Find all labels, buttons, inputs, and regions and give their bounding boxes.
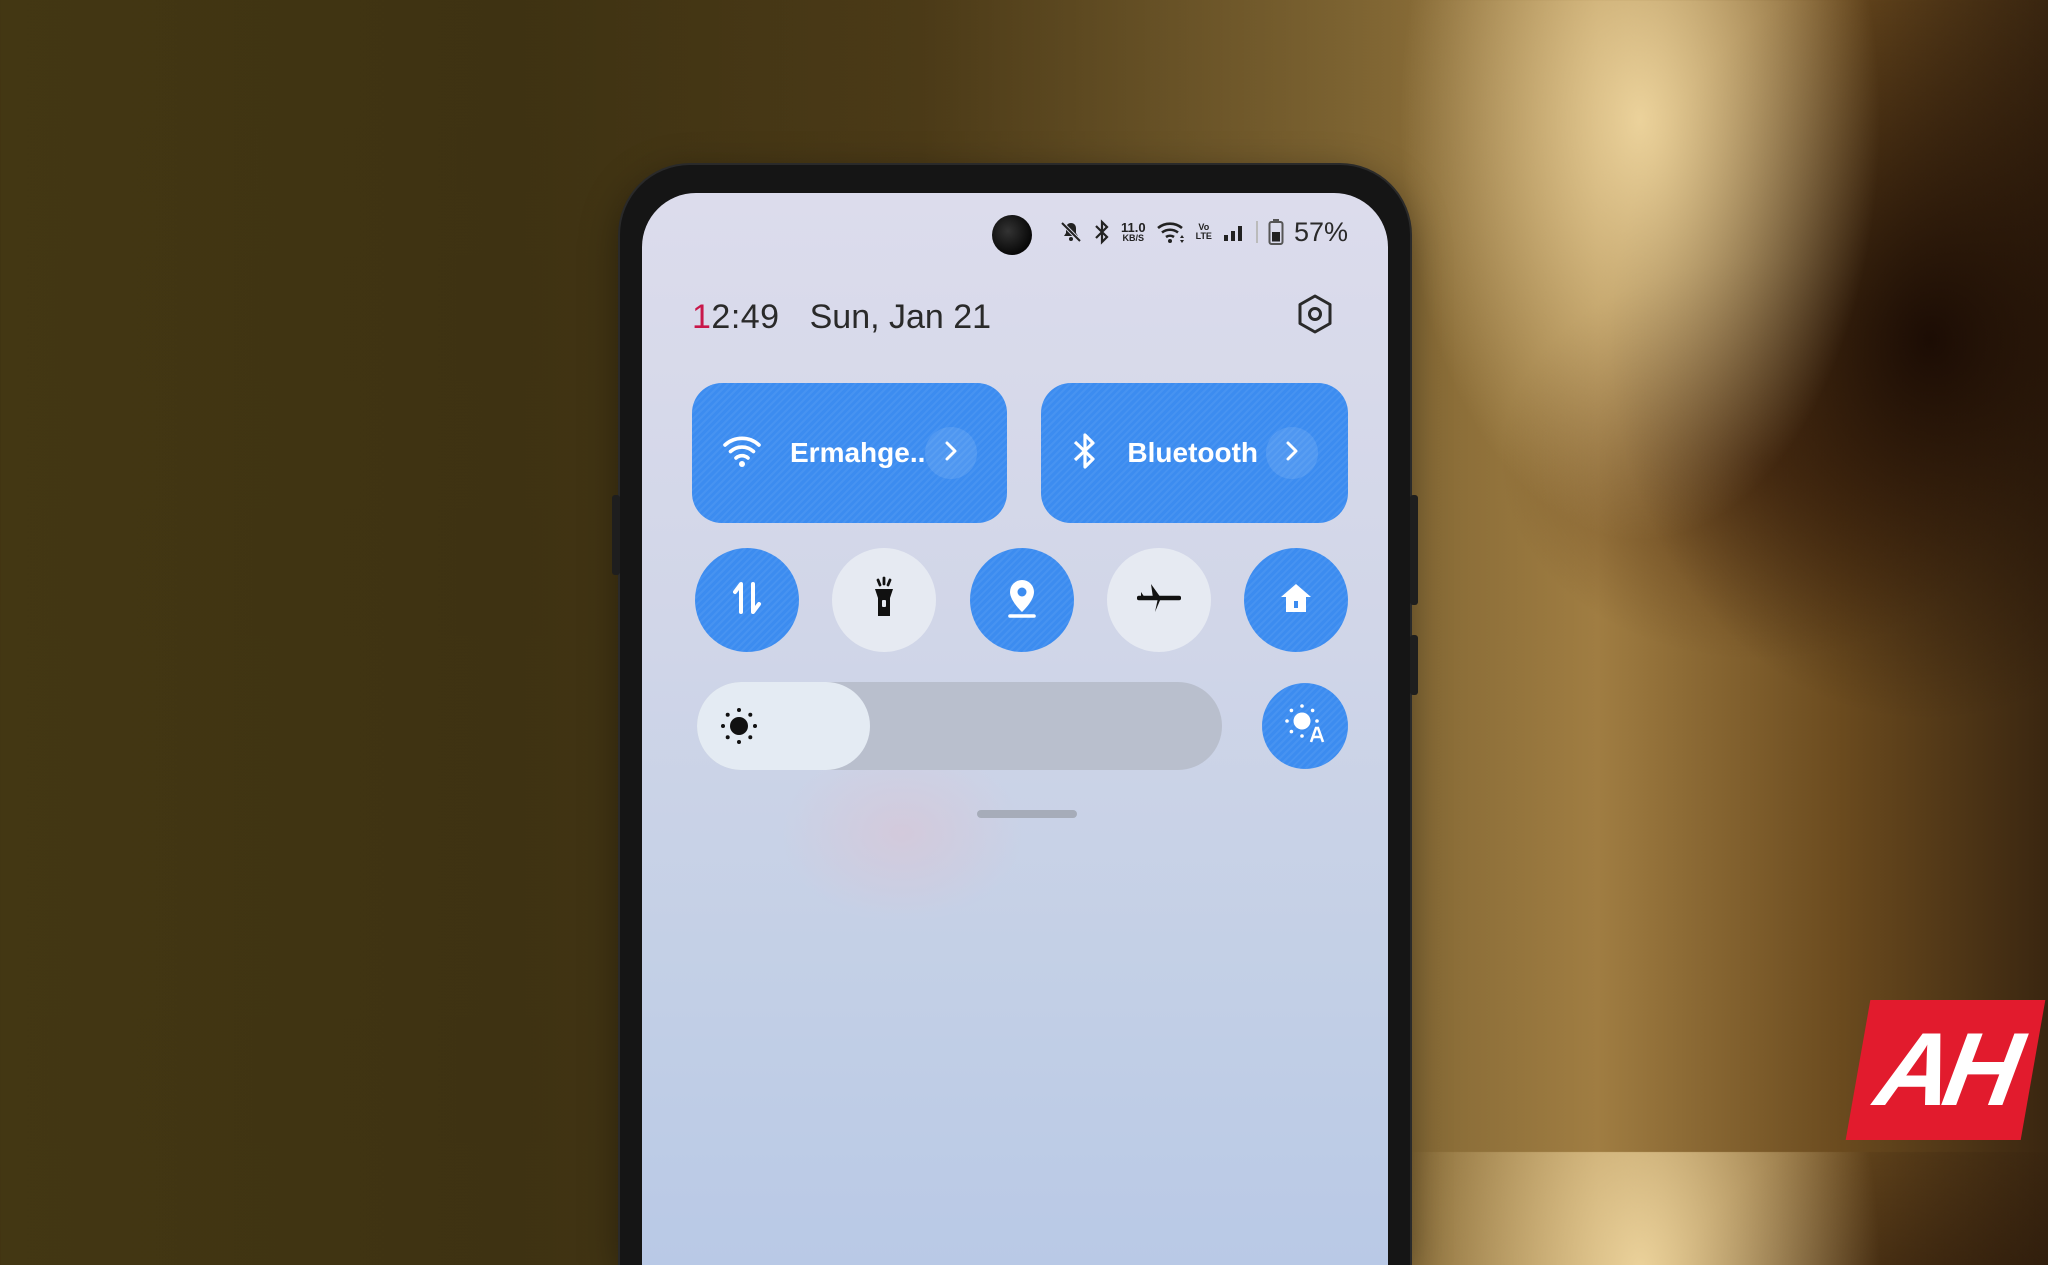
phone-device: 11.0 KB/S Vo LTE 57% 12:49 Sun, Jan 21 E… bbox=[612, 165, 1418, 1265]
status-bar: 11.0 KB/S Vo LTE 57% bbox=[1059, 215, 1348, 249]
bluetooth-tile[interactable]: Bluetooth bbox=[1041, 383, 1348, 523]
bluetooth-icon bbox=[1071, 432, 1099, 475]
flashlight-toggle[interactable] bbox=[832, 548, 937, 652]
phone-side-button-left bbox=[612, 495, 620, 575]
clock-accent-digit: 1 bbox=[692, 297, 712, 336]
bluetooth-icon bbox=[1093, 219, 1111, 245]
mute-icon bbox=[1059, 220, 1083, 244]
panel-drag-handle[interactable] bbox=[977, 810, 1077, 818]
toggle-row bbox=[695, 548, 1348, 652]
data-arrows-icon bbox=[729, 578, 765, 623]
auto-brightness-icon bbox=[1283, 702, 1327, 751]
signal-icon bbox=[1222, 221, 1246, 243]
settings-hexagon-icon bbox=[1295, 293, 1335, 340]
auto-brightness-toggle[interactable] bbox=[1262, 683, 1348, 769]
bluetooth-details-button[interactable] bbox=[1266, 427, 1318, 479]
airplane-icon bbox=[1136, 580, 1181, 621]
location-toggle[interactable] bbox=[969, 548, 1074, 652]
big-tiles-row: Ermahge.. Bluetooth bbox=[692, 383, 1348, 523]
settings-button[interactable] bbox=[1292, 293, 1338, 339]
battery-icon bbox=[1268, 218, 1284, 246]
watermark-text: AH bbox=[1868, 1011, 2023, 1128]
network-speed: 11.0 KB/S bbox=[1121, 221, 1146, 243]
header-row: 12:49 Sun, Jan 21 bbox=[692, 293, 1338, 341]
wifi-network-name: Ermahge.. bbox=[790, 437, 926, 468]
wifi-icon bbox=[722, 434, 762, 473]
volte-icon: Vo LTE bbox=[1196, 223, 1212, 241]
front-camera bbox=[992, 215, 1032, 255]
airplane-mode-toggle[interactable] bbox=[1106, 548, 1211, 652]
brightness-sun-icon bbox=[719, 706, 759, 746]
watermark-logo: AH bbox=[1845, 1000, 2046, 1140]
home-icon bbox=[1278, 581, 1314, 620]
date[interactable]: Sun, Jan 21 bbox=[810, 298, 991, 337]
chevron-right-icon bbox=[1284, 440, 1300, 467]
location-pin-icon bbox=[1004, 576, 1040, 625]
home-toggle[interactable] bbox=[1244, 548, 1348, 652]
volte-bottom: LTE bbox=[1195, 231, 1212, 241]
phone-side-button-right bbox=[1410, 495, 1418, 605]
bluetooth-label: Bluetooth bbox=[1127, 437, 1259, 468]
quick-settings-panel: 11.0 KB/S Vo LTE 57% 12:49 Sun, Jan 21 E… bbox=[642, 193, 1388, 1265]
brightness-slider[interactable] bbox=[697, 682, 1222, 770]
battery-percentage: 57% bbox=[1293, 216, 1348, 247]
clock-time: 2:49 bbox=[711, 297, 780, 336]
chevron-right-icon bbox=[943, 440, 959, 467]
phone-side-button-right-lower bbox=[1410, 635, 1418, 695]
flashlight-icon bbox=[868, 576, 900, 625]
mobile-data-toggle[interactable] bbox=[695, 548, 799, 652]
brightness-row bbox=[697, 671, 1348, 781]
clock[interactable]: 12:49 bbox=[692, 298, 780, 337]
status-divider bbox=[1255, 221, 1258, 243]
network-speed-unit: KB/S bbox=[1122, 233, 1145, 243]
wifi-tile[interactable]: Ermahge.. bbox=[692, 383, 1007, 523]
wifi-details-button[interactable] bbox=[925, 427, 978, 479]
wifi-icon bbox=[1156, 220, 1186, 244]
